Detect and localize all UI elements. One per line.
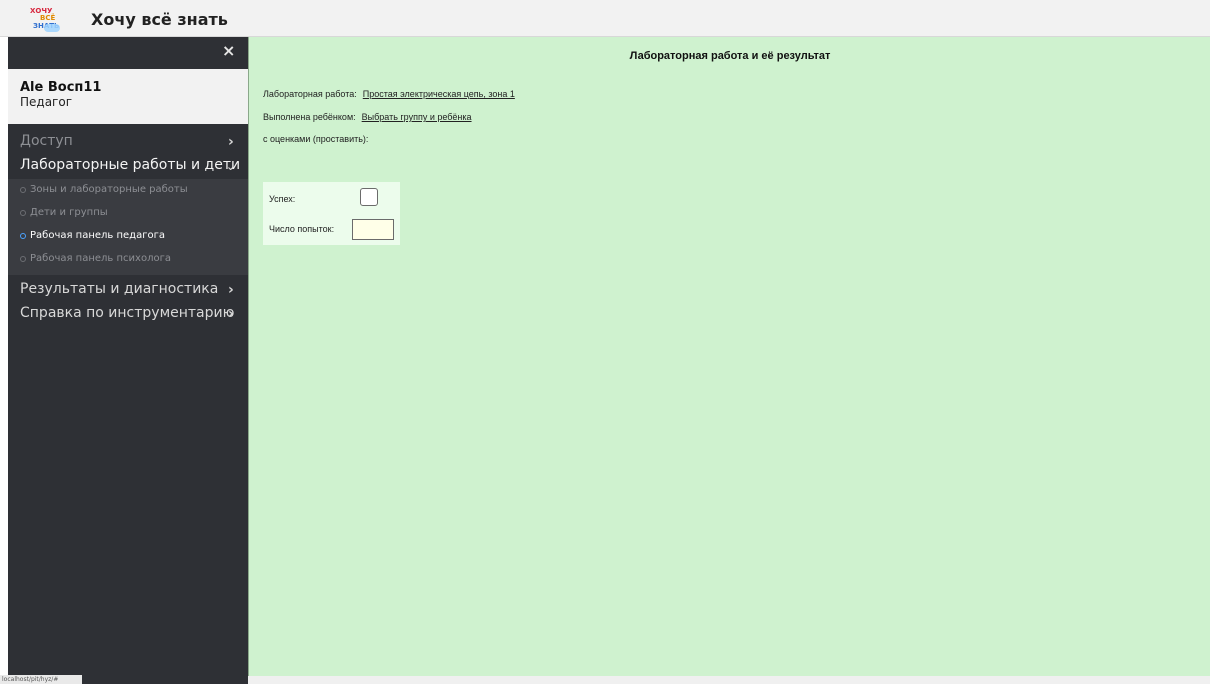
grades-panel: Успех: Число попыток: xyxy=(263,182,400,245)
page-title: Лабораторная работа и её результат xyxy=(629,50,831,62)
bottom-scroll-strip xyxy=(248,676,1210,684)
submenu-item-label: Зоны и лабораторные работы xyxy=(30,184,188,195)
bullet-icon xyxy=(20,233,26,239)
select-group-child-link[interactable]: Выбрать группу и ребёнка xyxy=(362,112,472,122)
lab-work-row: Лабораторная работа: Простая электрическа… xyxy=(263,89,515,99)
app-title: Хочу всё знать xyxy=(91,10,228,29)
submenu-item-label: Дети и группы xyxy=(30,207,108,218)
user-role: Педагог xyxy=(20,95,73,109)
submenu-item-psychologist-dashboard[interactable]: Рабочая панель психолога xyxy=(8,250,248,272)
chevron-right-icon: › xyxy=(228,306,234,322)
logo-decoration xyxy=(44,24,60,32)
sidebar-item-label: Доступ xyxy=(20,133,73,149)
done-by-label: Выполнена ребёнком: xyxy=(263,112,356,122)
chevron-right-icon: › xyxy=(228,134,234,150)
close-icon[interactable]: × xyxy=(222,41,235,61)
sidebar: × Ale Восп11 Педагог Доступ › Лабораторн… xyxy=(8,37,248,684)
submenu-item-zones-and-labs[interactable]: Зоны и лабораторные работы xyxy=(8,181,248,203)
grades-label: с оценками (проставить): xyxy=(263,134,369,144)
user-name: Ale Восп11 xyxy=(20,80,102,95)
attempts-input[interactable] xyxy=(352,219,394,240)
logo-text-2: ВСЁ xyxy=(40,14,56,22)
lab-work-link[interactable]: Простая электрическая цепь, зона 1 xyxy=(363,89,515,99)
sidebar-item-label: Лабораторные работы и дети xyxy=(20,157,241,173)
chevron-down-icon: ⌄ xyxy=(226,160,236,173)
sidebar-item-label: Результаты и диагностика xyxy=(20,281,219,297)
done-by-row: Выполнена ребёнком: Выбрать группу и ребё… xyxy=(263,112,472,122)
app-logo[interactable]: ХОЧУ ВСЁ ЗНАТЬ xyxy=(30,7,66,35)
main-content: Лабораторная работа и её результат Лабор… xyxy=(248,37,1210,676)
user-card: Ale Восп11 Педагог xyxy=(8,69,248,124)
bullet-icon xyxy=(20,187,26,193)
lab-work-label: Лабораторная работа: xyxy=(263,89,357,99)
attempts-label: Число попыток: xyxy=(269,224,335,234)
submenu-item-label: Рабочая панель педагога xyxy=(30,230,165,241)
chevron-right-icon: › xyxy=(228,282,234,298)
submenu-item-label: Рабочая панель психолога xyxy=(30,253,171,264)
sidebar-submenu: Зоны и лабораторные работы Дети и группы… xyxy=(8,179,248,275)
sidebar-item-label: Справка по инструментарию xyxy=(20,305,235,321)
bullet-icon xyxy=(20,210,26,216)
bullet-icon xyxy=(20,256,26,262)
status-bar-url: localhost/pit/hyz/# xyxy=(0,675,82,684)
submenu-item-children-and-groups[interactable]: Дети и группы xyxy=(8,204,248,226)
success-label: Успех: xyxy=(269,194,296,204)
sidebar-item-results[interactable]: Результаты и диагностика › xyxy=(8,279,248,302)
top-header: ХОЧУ ВСЁ ЗНАТЬ Хочу всё знать xyxy=(0,0,1210,37)
success-checkbox[interactable] xyxy=(360,188,378,206)
sidebar-item-labs-and-children[interactable]: Лабораторные работы и дети ⌄ xyxy=(8,155,248,178)
submenu-item-teacher-dashboard[interactable]: Рабочая панель педагога xyxy=(8,227,248,249)
sidebar-item-access[interactable]: Доступ › xyxy=(8,131,248,154)
sidebar-item-help[interactable]: Справка по инструментарию › xyxy=(8,303,248,326)
